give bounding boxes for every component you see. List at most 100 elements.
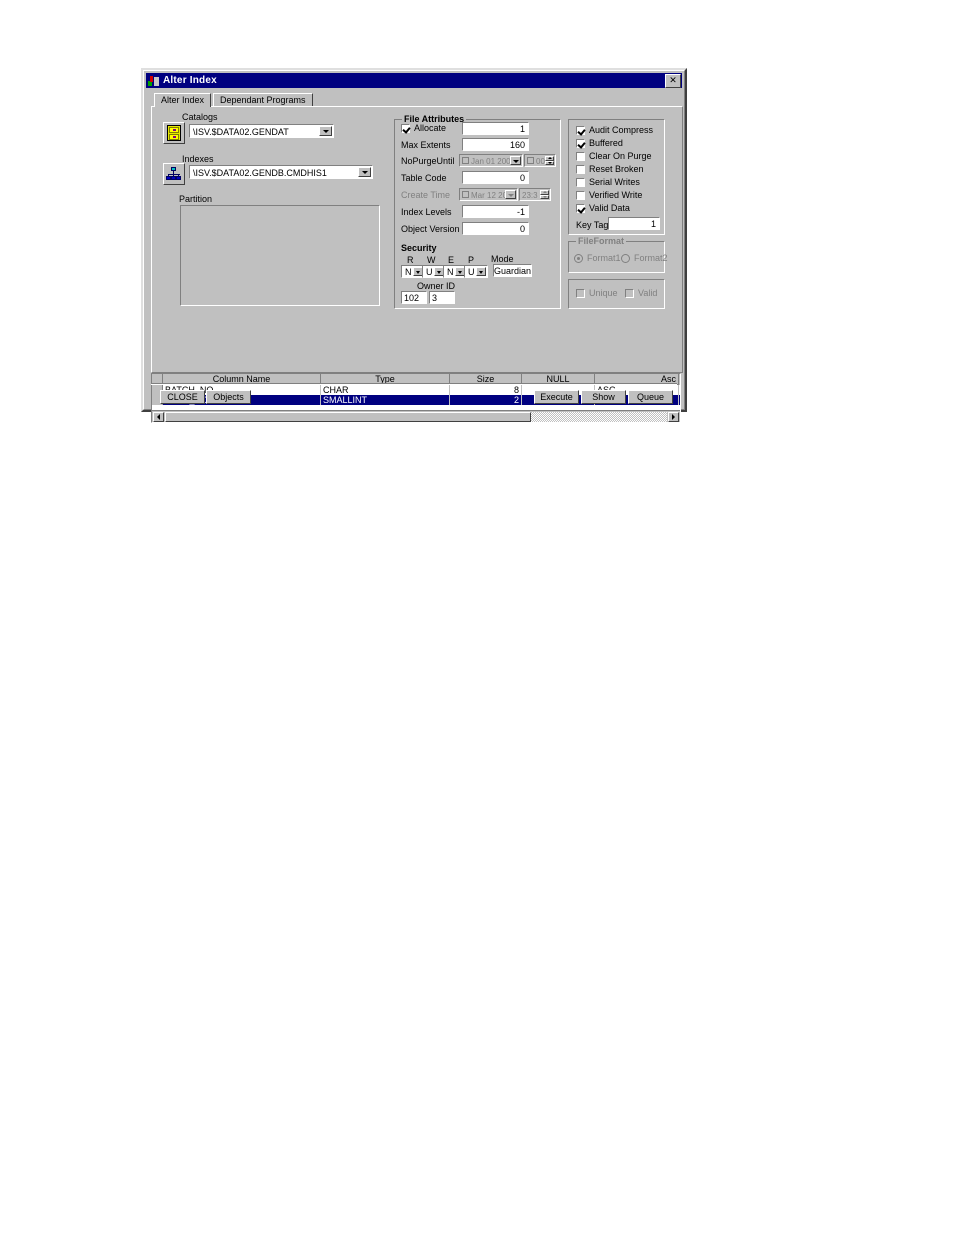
security-mode-value: Guardian — [494, 266, 532, 276]
close-button[interactable]: CLOSE — [160, 390, 205, 404]
cell-size: 2 — [450, 395, 522, 405]
security-p-label: P — [468, 255, 475, 265]
indexes-combo[interactable]: \ISV.$DATA02.GENDB.CMDHIS1 — [189, 165, 373, 179]
valid-data-label: Valid Data — [589, 203, 630, 213]
owner-user-input[interactable]: 3 — [429, 291, 455, 304]
owner-group-input[interactable]: 102 — [401, 291, 427, 304]
objects-button-label: Objects — [213, 392, 244, 402]
valid-label: Valid — [638, 288, 658, 298]
create-time-label: Create Time — [401, 190, 451, 200]
chevron-down-icon[interactable] — [319, 126, 332, 136]
title-bar: Alter Index ✕ — [146, 73, 682, 88]
scrollbar-thumb[interactable] — [165, 412, 531, 422]
tab-alter-index[interactable]: Alter Index — [154, 93, 212, 107]
security-w-label: W — [427, 255, 436, 265]
index-levels-label: Index Levels — [401, 207, 452, 217]
show-button[interactable]: Show — [581, 390, 626, 404]
tab-dependant-programs[interactable]: Dependant Programs — [213, 93, 313, 107]
security-e-label: E — [448, 255, 455, 265]
reset-broken-checkbox[interactable]: Reset Broken — [576, 164, 644, 175]
security-p-combo[interactable]: U — [464, 265, 488, 278]
key-tag-value: 1 — [650, 219, 656, 229]
owner-user-value: 3 — [432, 293, 438, 303]
tab-dependant-programs-label: Dependant Programs — [220, 95, 306, 105]
object-version-input[interactable]: 0 — [462, 222, 529, 235]
cell-type: SMALLINT — [321, 395, 450, 405]
close-icon[interactable]: ✕ — [665, 74, 681, 88]
queue-button[interactable]: Queue — [628, 390, 673, 404]
nopurgeuntil-label: NoPurgeUntil — [401, 156, 455, 166]
grid-horizontal-scrollbar[interactable] — [152, 410, 680, 422]
index-tree-icon[interactable] — [163, 163, 185, 185]
valid-checkbox: Valid — [625, 288, 657, 299]
max-extents-label: Max Extents — [401, 140, 451, 150]
key-tag-input[interactable]: 1 — [608, 217, 660, 230]
clock-icon — [527, 157, 534, 164]
scroll-left-arrow-icon[interactable] — [153, 412, 164, 422]
create-time-time-value: 23:3 — [522, 191, 538, 200]
key-tag-label: Key Tag — [576, 220, 609, 230]
partition-listbox[interactable] — [180, 205, 380, 306]
security-r-value: N — [405, 267, 412, 277]
checkbox-box — [625, 289, 634, 298]
catalogs-combo[interactable]: \ISV.$DATA02.GENDAT — [189, 124, 334, 138]
chevron-down-icon — [505, 190, 516, 199]
show-button-label: Show — [592, 392, 615, 402]
execute-button[interactable]: Execute — [534, 390, 579, 404]
format1-radio: Format1 — [574, 253, 621, 264]
radio-dot — [574, 254, 583, 263]
checkbox-box — [576, 139, 585, 148]
owner-id-label: Owner ID — [417, 281, 456, 291]
clear-on-purge-label: Clear On Purge — [589, 151, 652, 161]
checkbox-box — [576, 178, 585, 187]
catalogs-label: Catalogs — [182, 112, 218, 122]
nopurgeuntil-time-picker[interactable]: 00:0 — [524, 154, 556, 167]
file-format-title: FileFormat — [576, 236, 627, 246]
format2-label: Format2 — [634, 253, 668, 263]
checkbox-box — [576, 191, 585, 200]
screenshot-page: Alter Index ✕ Alter Index Dependant Prog… — [0, 0, 954, 1235]
max-extents-input[interactable]: 160 — [462, 138, 529, 151]
index-levels-input[interactable]: -1 — [462, 205, 529, 218]
window-title: Alter Index — [163, 74, 217, 86]
chevron-down-icon[interactable] — [358, 167, 371, 177]
verified-write-label: Verified Write — [589, 190, 643, 200]
chevron-down-icon[interactable] — [510, 156, 521, 165]
clear-on-purge-checkbox[interactable]: Clear On Purge — [576, 151, 652, 162]
valid-data-checkbox[interactable]: Valid Data — [576, 203, 630, 214]
checkbox-box — [576, 126, 585, 135]
scroll-right-arrow-icon[interactable] — [668, 412, 679, 422]
buffered-checkbox[interactable]: Buffered — [576, 138, 623, 149]
cell-type: CHAR — [321, 385, 450, 395]
security-w-value: U — [426, 267, 433, 277]
allocate-label: Allocate — [414, 123, 447, 133]
allocate-checkbox[interactable]: Allocate — [401, 123, 446, 134]
create-time-date-picker: Mar 12 2002 — [459, 188, 518, 201]
allocate-value: 1 — [519, 124, 525, 134]
objects-button[interactable]: Objects — [206, 390, 251, 404]
serial-writes-checkbox[interactable]: Serial Writes — [576, 177, 640, 188]
partition-label: Partition — [179, 194, 213, 204]
unique-checkbox: Unique — [576, 288, 618, 299]
security-p-value: U — [468, 267, 475, 277]
table-code-input[interactable]: 0 — [462, 171, 529, 184]
dialog-inner-frame: Alter Index ✕ Alter Index Dependant Prog… — [143, 70, 685, 423]
verified-write-checkbox[interactable]: Verified Write — [576, 190, 642, 201]
catalog-cabinet-icon[interactable] — [163, 122, 185, 144]
security-title: Security — [401, 243, 437, 253]
audit-compress-label: Audit Compress — [589, 125, 654, 135]
time-spinner — [540, 190, 549, 199]
object-version-value: 0 — [519, 224, 525, 234]
checkbox-box — [401, 124, 410, 133]
security-mode-input[interactable]: Guardian — [493, 264, 532, 277]
time-spinner[interactable] — [545, 156, 554, 165]
security-r-label: R — [407, 255, 414, 265]
allocate-input[interactable]: 1 — [462, 122, 529, 135]
audit-compress-checkbox[interactable]: Audit Compress — [576, 125, 653, 136]
chevron-down-icon[interactable] — [476, 267, 486, 276]
alter-index-dialog: Alter Index ✕ Alter Index Dependant Prog… — [141, 68, 687, 423]
tab-page-alter-index: Catalogs \ISV.$DATA02.GENDAT Indexes \IS… — [151, 106, 683, 373]
tab-alter-index-label: Alter Index — [161, 95, 205, 105]
security-mode-label: Mode — [491, 254, 514, 264]
nopurgeuntil-date-picker[interactable]: Jan 01 2000 — [459, 154, 523, 167]
